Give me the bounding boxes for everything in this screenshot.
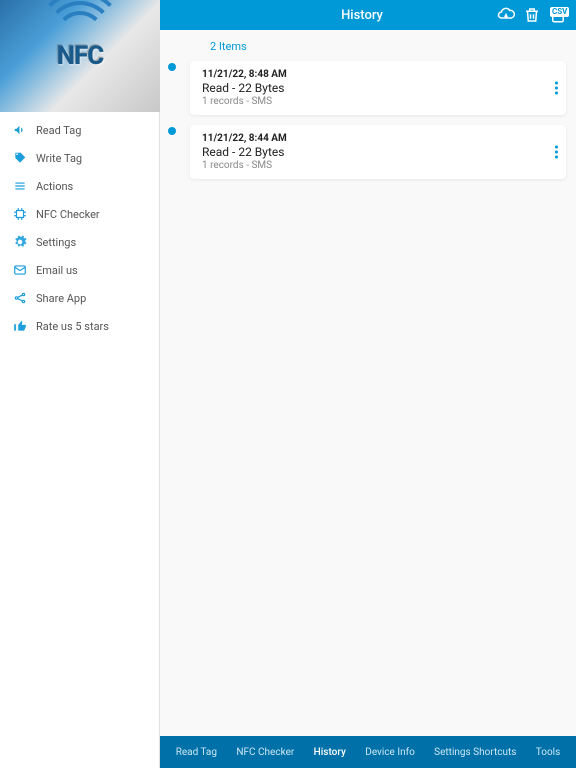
logo-text: NFC: [57, 41, 104, 71]
more-options-button[interactable]: [555, 82, 558, 95]
sidebar: NFC Read Tag Write Tag Actions: [0, 0, 160, 768]
history-subtitle: 1 records - SMS: [202, 160, 554, 171]
history-date: 11/21/22, 8:48 AM: [202, 69, 554, 80]
history-item: 11/21/22, 8:44 AM Read - 22 Bytes 1 reco…: [190, 125, 566, 179]
history-subtitle: 1 records - SMS: [202, 96, 554, 107]
sidebar-item-label: Settings: [36, 236, 76, 249]
main-panel: History CSV 2 Items 11/21/22, 8:48 A: [160, 0, 576, 768]
sidebar-item-label: Email us: [36, 264, 78, 277]
sidebar-item-label: NFC Checker: [36, 208, 100, 221]
sidebar-item-share-app[interactable]: Share App: [0, 284, 159, 312]
content-area: 2 Items 11/21/22, 8:48 AM Read - 22 Byte…: [160, 30, 576, 736]
cloud-download-button[interactable]: [496, 5, 516, 25]
sidebar-item-read-tag[interactable]: Read Tag: [0, 116, 159, 144]
sidebar-item-write-tag[interactable]: Write Tag: [0, 144, 159, 172]
timeline-dot-icon: [168, 127, 176, 135]
history-title: Read - 22 Bytes: [202, 81, 554, 95]
share-icon: [12, 290, 28, 306]
sidebar-item-label: Rate us 5 stars: [36, 320, 109, 333]
thumbs-up-icon: [12, 318, 28, 334]
tab-read-tag[interactable]: Read Tag: [172, 743, 221, 762]
sidebar-menu: Read Tag Write Tag Actions NFC Checker: [0, 112, 159, 768]
timeline-dot-icon: [168, 63, 176, 71]
mail-icon: [12, 262, 28, 278]
sidebar-item-email-us[interactable]: Email us: [0, 256, 159, 284]
bottom-tab-bar: Read Tag NFC Checker History Device Info…: [160, 736, 576, 768]
tag-icon: [12, 150, 28, 166]
history-date: 11/21/22, 8:44 AM: [202, 133, 554, 144]
tab-nfc-checker[interactable]: NFC Checker: [232, 743, 298, 762]
history-card[interactable]: 11/21/22, 8:48 AM Read - 22 Bytes 1 reco…: [190, 61, 566, 115]
tab-tools[interactable]: Tools: [532, 743, 564, 762]
list-icon: [12, 178, 28, 194]
history-card[interactable]: 11/21/22, 8:44 AM Read - 22 Bytes 1 reco…: [190, 125, 566, 179]
sidebar-item-label: Actions: [36, 180, 73, 193]
trash-button[interactable]: [522, 5, 542, 25]
megaphone-icon: [12, 122, 28, 138]
history-item: 11/21/22, 8:48 AM Read - 22 Bytes 1 reco…: [190, 61, 566, 115]
tab-history[interactable]: History: [310, 743, 350, 762]
tab-settings-shortcuts[interactable]: Settings Shortcuts: [430, 743, 520, 762]
sidebar-item-label: Read Tag: [36, 124, 81, 137]
sidebar-item-rate-us[interactable]: Rate us 5 stars: [0, 312, 159, 340]
gear-icon: [12, 234, 28, 250]
sidebar-item-label: Share App: [36, 292, 86, 305]
sidebar-item-settings[interactable]: Settings: [0, 228, 159, 256]
header-bar: History CSV: [160, 0, 576, 30]
more-options-button[interactable]: [555, 146, 558, 159]
sidebar-item-actions[interactable]: Actions: [0, 172, 159, 200]
chip-icon: [12, 206, 28, 222]
sidebar-item-nfc-checker[interactable]: NFC Checker: [0, 200, 159, 228]
app-logo: NFC: [0, 0, 160, 112]
items-count: 2 Items: [160, 30, 576, 61]
history-title: Read - 22 Bytes: [202, 145, 554, 159]
tab-device-info[interactable]: Device Info: [361, 743, 419, 762]
csv-label: CSV: [550, 7, 569, 17]
sidebar-item-label: Write Tag: [36, 152, 82, 165]
page-title: History: [228, 8, 496, 23]
export-csv-button[interactable]: CSV: [548, 5, 568, 25]
